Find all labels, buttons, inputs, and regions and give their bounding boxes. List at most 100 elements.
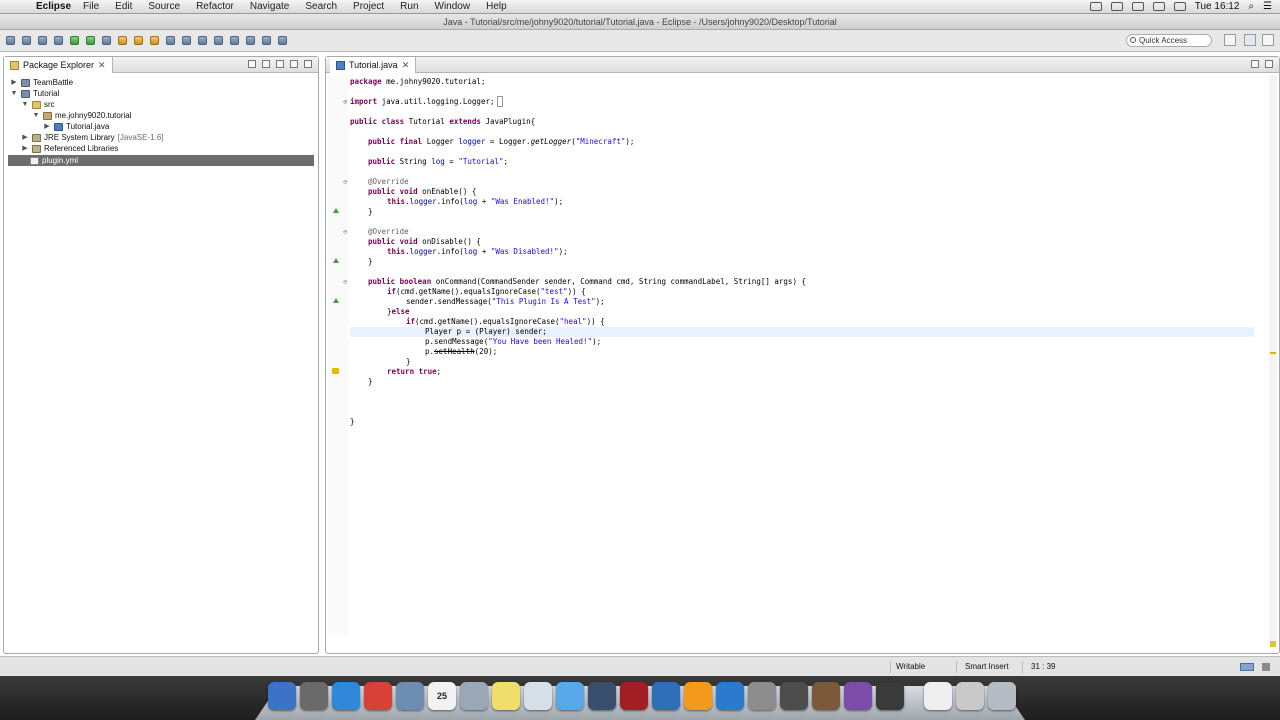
collapse-arrow-icon[interactable]: ▼ — [21, 99, 29, 110]
expand-arrow-icon[interactable]: ▶ — [43, 121, 51, 132]
menu-refactor[interactable]: Refactor — [196, 1, 234, 12]
package-explorer-tab[interactable]: Package Explorer ✕ — [4, 57, 113, 73]
close-icon[interactable]: ✕ — [402, 57, 410, 73]
maximize-icon[interactable] — [1265, 60, 1273, 68]
editor-tab-tutorial-java[interactable]: Tutorial.java ✕ — [330, 57, 417, 73]
override-marker-icon[interactable] — [333, 258, 339, 263]
mail-icon[interactable] — [460, 682, 488, 710]
screen-recorder-icon[interactable] — [844, 682, 872, 710]
maximize-icon[interactable] — [304, 60, 312, 68]
collapse-arrow-icon[interactable]: ▼ — [10, 88, 18, 99]
menu-search[interactable]: Search — [305, 1, 337, 12]
tree-item-plugin-yml[interactable]: plugin.yml — [8, 155, 314, 166]
forward-icon[interactable] — [278, 36, 287, 45]
minecraft-icon[interactable] — [812, 682, 840, 710]
menu-help[interactable]: Help — [486, 1, 507, 12]
expand-arrow-icon[interactable]: ▶ — [21, 132, 29, 143]
menu-project[interactable]: Project — [353, 1, 384, 12]
imovie-icon[interactable] — [876, 682, 904, 710]
minimize-icon[interactable] — [290, 60, 298, 68]
eclipse-icon[interactable] — [588, 682, 616, 710]
system-settings-icon[interactable] — [748, 682, 776, 710]
clock[interactable]: Tue 16:12 — [1195, 1, 1240, 12]
tree-item-teambattle[interactable]: ▶ TeamBattle — [10, 77, 73, 88]
trash-icon[interactable] — [988, 682, 1016, 710]
next-annotation-icon[interactable] — [214, 36, 223, 45]
warning-overview-marker[interactable] — [1270, 352, 1276, 354]
overview-status-icon[interactable] — [1270, 641, 1276, 647]
debug-icon[interactable] — [54, 36, 63, 45]
view-menu-icon[interactable] — [276, 60, 284, 68]
search-icon[interactable] — [182, 36, 191, 45]
new-java-project-icon[interactable] — [118, 36, 127, 45]
menu-source[interactable]: Source — [148, 1, 180, 12]
link-with-editor-icon[interactable] — [262, 60, 270, 68]
open-type-icon[interactable] — [166, 36, 175, 45]
finder-icon[interactable] — [268, 682, 296, 710]
itunes-icon[interactable] — [652, 682, 680, 710]
menu-file[interactable]: File — [83, 1, 99, 12]
last-edit-location-icon[interactable] — [246, 36, 255, 45]
menu-navigate[interactable]: Navigate — [250, 1, 289, 12]
documents-stack-icon[interactable] — [924, 682, 952, 710]
collapse-arrow-icon[interactable]: ▼ — [32, 110, 40, 121]
app-store-icon[interactable] — [716, 682, 744, 710]
save-icon[interactable] — [22, 36, 31, 45]
folding-collapse-icon[interactable]: ⊖ — [343, 227, 347, 237]
quick-access-field[interactable]: Quick Access — [1126, 34, 1212, 47]
folding-expand-icon[interactable]: ⊕ — [343, 97, 347, 107]
new-package-icon[interactable] — [134, 36, 143, 45]
new-icon[interactable] — [6, 36, 15, 45]
notification-center-icon[interactable]: ☰ — [1263, 1, 1272, 12]
messages-icon[interactable] — [556, 682, 584, 710]
battery-icon[interactable] — [1173, 2, 1186, 11]
tree-item-referenced-libraries[interactable]: ▶ Referenced Libraries — [21, 143, 118, 154]
collapse-all-icon[interactable] — [248, 60, 256, 68]
progress-icon[interactable] — [1262, 663, 1270, 671]
implements-marker-icon[interactable] — [333, 298, 339, 303]
previous-annotation-icon[interactable] — [230, 36, 239, 45]
toggle-mark-occurrences-icon[interactable] — [198, 36, 207, 45]
close-icon[interactable]: ✕ — [98, 57, 106, 73]
app-menu[interactable]: Eclipse — [36, 1, 71, 12]
code-area[interactable]: package me.johny9020.tutorial; ⊕ import … — [343, 75, 1254, 641]
expand-arrow-icon[interactable]: ▶ — [10, 77, 18, 88]
tree-item-src[interactable]: ▼ src — [21, 99, 55, 110]
calendar-icon[interactable]: 25 — [428, 682, 456, 710]
volume-icon[interactable] — [1152, 2, 1165, 11]
camera-icon[interactable] — [1089, 2, 1102, 11]
warning-icon[interactable] — [332, 368, 339, 374]
display-icon[interactable] — [1110, 2, 1123, 11]
run-last-icon[interactable] — [86, 36, 95, 45]
new-class-icon[interactable] — [150, 36, 159, 45]
folding-collapse-icon[interactable]: ⊖ — [343, 277, 347, 287]
print-icon[interactable] — [38, 36, 47, 45]
open-perspective-icon[interactable] — [1224, 34, 1236, 46]
notes-icon[interactable] — [492, 682, 520, 710]
menu-run[interactable]: Run — [400, 1, 418, 12]
tree-item-tutorial-java[interactable]: ▶ Tutorial.java — [43, 121, 109, 132]
minimize-icon[interactable] — [1251, 60, 1259, 68]
chrome-icon[interactable] — [364, 682, 392, 710]
overview-ruler[interactable] — [1269, 75, 1277, 647]
expand-arrow-icon[interactable]: ▶ — [21, 143, 29, 154]
java-perspective-icon[interactable] — [1244, 34, 1256, 46]
tree-item-jre[interactable]: ▶ JRE System Library [JavaSE-1.6] — [21, 132, 163, 143]
tree-item-tutorial[interactable]: ▼ Tutorial — [10, 88, 60, 99]
external-tools-icon[interactable] — [102, 36, 111, 45]
debug-perspective-icon[interactable] — [1262, 34, 1274, 46]
back-icon[interactable] — [262, 36, 271, 45]
override-marker-icon[interactable] — [333, 208, 339, 213]
system-preferences-icon[interactable] — [524, 682, 552, 710]
spotlight-icon[interactable]: ⌕ — [1248, 1, 1254, 12]
folding-collapse-icon[interactable]: ⊖ — [343, 177, 347, 187]
run-icon[interactable] — [70, 36, 79, 45]
menu-edit[interactable]: Edit — [115, 1, 132, 12]
launchpad-icon[interactable] — [300, 682, 328, 710]
fast-view-icon[interactable] — [1240, 663, 1254, 671]
editor-annotation-ruler[interactable] — [328, 75, 348, 635]
photo-booth-icon[interactable] — [620, 682, 648, 710]
tree-item-package[interactable]: ▼ me.johny9020.tutorial — [32, 110, 132, 121]
terminal-icon[interactable] — [780, 682, 808, 710]
wifi-icon[interactable] — [1131, 2, 1144, 11]
